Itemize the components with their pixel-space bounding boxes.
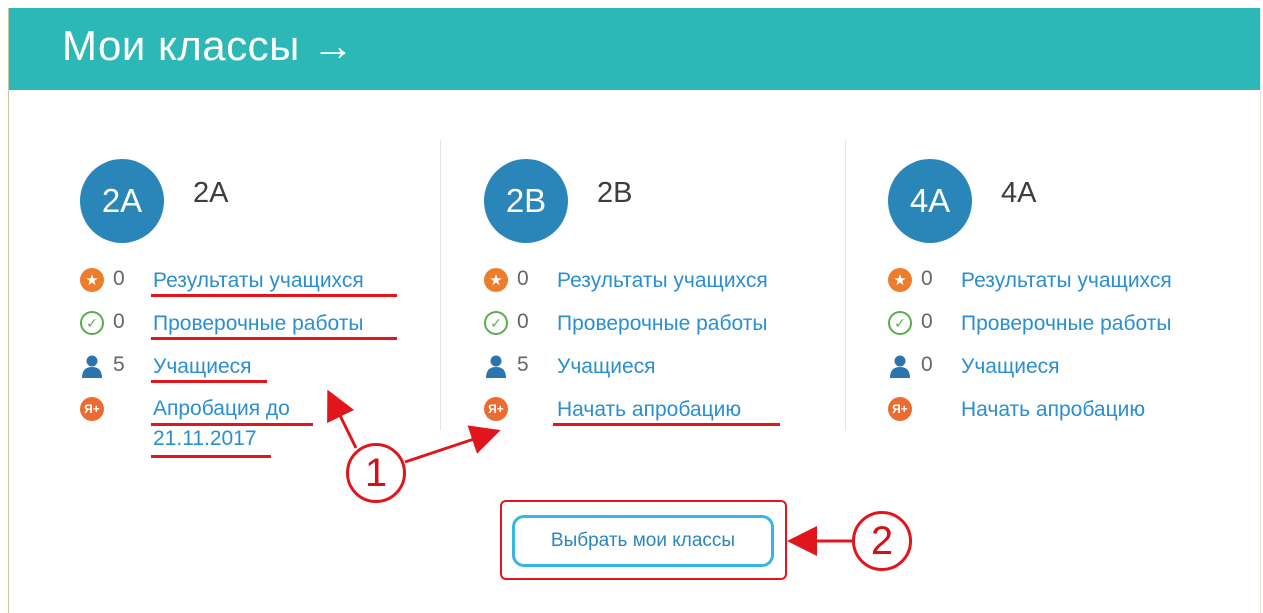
students-link[interactable]: Учащиеся [961,353,1060,381]
tests-link[interactable]: Проверочные работы [557,310,767,338]
results-row: ★ 0 Результаты учащихся [484,267,814,295]
class-badge[interactable]: 4A [888,159,972,243]
check-circle-icon: ✓ [484,311,508,335]
star-icon: ★ [80,268,104,292]
callout-2: 2 [852,511,912,571]
class-card-4a: 4A 4A ★ 0 Результаты учащихся ✓ 0 Провер… [888,132,1218,432]
annotation-underline [151,455,271,458]
column-divider [845,140,846,430]
star-icon: ★ [484,268,508,292]
select-my-classes-button[interactable]: Выбрать мои классы [512,515,774,567]
page-title[interactable]: Мои классы → [62,22,355,70]
students-count: 0 [921,353,933,376]
annotation-underline [151,423,313,426]
tests-row: ✓ 0 Проверочные работы [80,310,410,338]
tests-count: 0 [921,310,933,333]
students-row: 0 Учащиеся [888,353,1218,381]
user-icon [80,354,104,378]
students-link[interactable]: Учащиеся [557,353,656,381]
results-count: 0 [113,267,125,290]
approbation-row: Я+ Начать апробацию [484,396,814,424]
approbation-row: Я+ Апробация до 21.11.2017 [80,396,410,450]
tests-link[interactable]: Проверочные работы [961,310,1171,338]
results-row: ★ 0 Результаты учащихся [888,267,1218,295]
tests-row: ✓ 0 Проверочные работы [888,310,1218,338]
user-icon [888,354,912,378]
results-link[interactable]: Результаты учащихся [557,267,768,295]
start-approbation-link[interactable]: Начать апробацию [961,396,1145,424]
results-link[interactable]: Результаты учащихся [961,267,1172,295]
yandex-plus-icon: Я+ [484,397,508,421]
header-bar: Мои классы → [9,8,1260,90]
start-approbation-link[interactable]: Начать апробацию [557,396,741,424]
check-circle-icon: ✓ [888,311,912,335]
class-badge[interactable]: 2A [80,159,164,243]
results-row: ★ 0 Результаты учащихся [80,267,410,295]
class-badge[interactable]: 2B [484,159,568,243]
callout-1: 1 [346,443,406,503]
results-count: 0 [921,267,933,290]
tests-link[interactable]: Проверочные работы [153,310,363,338]
class-name: 2A [193,177,229,209]
annotation-underline [151,337,397,340]
annotation-underline [151,294,397,297]
yandex-plus-icon: Я+ [80,397,104,421]
approbation-row: Я+ Начать апробацию [888,396,1218,424]
students-count: 5 [113,353,125,376]
tests-row: ✓ 0 Проверочные работы [484,310,814,338]
column-divider [440,140,441,430]
students-link[interactable]: Учащиеся [153,353,252,381]
class-name: 2B [597,177,633,209]
tests-count: 0 [517,310,529,333]
students-count: 5 [517,353,529,376]
check-circle-icon: ✓ [80,311,104,335]
star-icon: ★ [888,268,912,292]
yandex-plus-icon: Я+ [888,397,912,421]
results-link[interactable]: Результаты учащихся [153,267,364,295]
class-name: 4A [1001,177,1037,209]
tests-count: 0 [113,310,125,333]
class-card-2b: 2B 2B ★ 0 Результаты учащихся ✓ 0 Провер… [484,132,814,432]
user-icon [484,354,508,378]
class-card-2a: 2A 2A ★ 0 Результаты учащихся ✓ 0 Провер… [80,132,410,450]
annotation-underline [553,423,780,426]
results-count: 0 [517,267,529,290]
students-row: 5 Учащиеся [80,353,410,381]
annotation-underline [151,380,267,383]
students-row: 5 Учащиеся [484,353,814,381]
